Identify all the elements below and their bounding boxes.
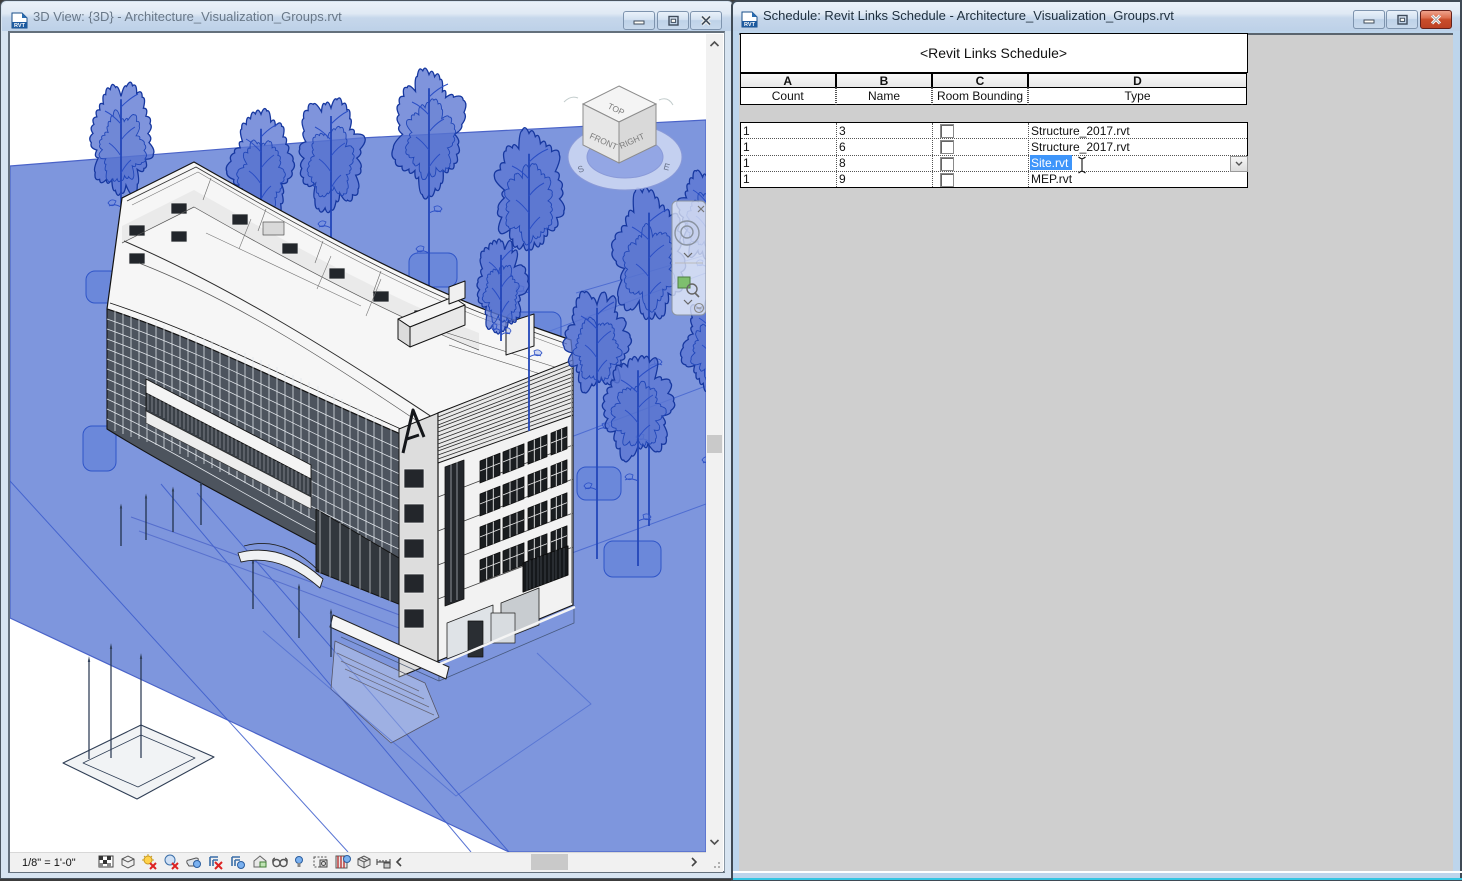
- svg-text:RVT: RVT: [744, 22, 756, 28]
- svg-text:RVT: RVT: [14, 23, 26, 29]
- svg-text:1/8" = 1'-0": 1/8" = 1'-0": [22, 857, 76, 869]
